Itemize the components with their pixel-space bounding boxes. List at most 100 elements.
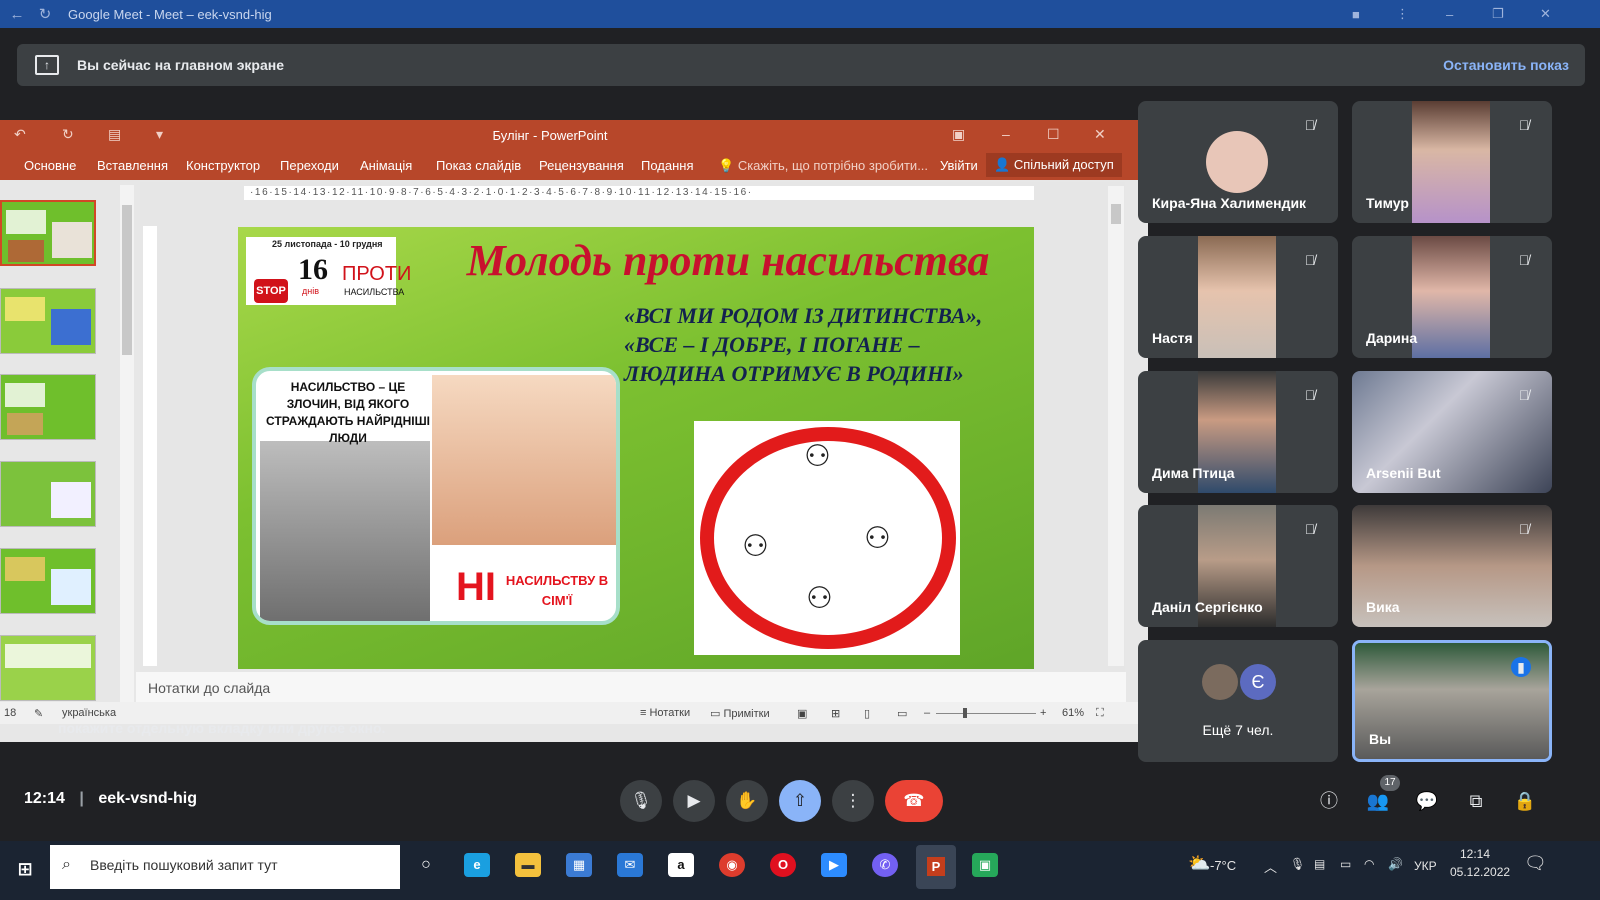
- share-button[interactable]: 👤 Спільний доступ: [986, 153, 1122, 177]
- participant-tile[interactable]: 🎙̸ Даніл Сергієнко: [1138, 505, 1338, 627]
- comments-toggle[interactable]: ▭ Примітки: [710, 707, 770, 720]
- slide-thumbnail-pane: [0, 180, 120, 702]
- windows-start-icon[interactable]: ⊞: [12, 857, 38, 881]
- present-button[interactable]: ⇧: [779, 780, 821, 822]
- more-options-button[interactable]: ⋮: [832, 780, 874, 822]
- wifi-icon[interactable]: ◠: [1364, 857, 1374, 871]
- volume-icon[interactable]: 🔊: [1388, 857, 1403, 871]
- stop-presenting-button[interactable]: Остановить показ: [1443, 57, 1569, 73]
- leave-call-button[interactable]: ☎: [885, 780, 943, 822]
- reading-view-icon[interactable]: ▯: [864, 707, 870, 720]
- slide-notes[interactable]: Нотатки до слайда: [136, 672, 1126, 702]
- minimize-icon[interactable]: –: [1446, 0, 1453, 28]
- participant-name: Вика: [1366, 599, 1400, 615]
- slide-thumbnail[interactable]: [0, 200, 96, 266]
- ppt-close-icon[interactable]: ✕: [1094, 126, 1106, 143]
- temperature[interactable]: -7°C: [1210, 858, 1236, 873]
- participant-name: Кира-Яна Халимендик: [1152, 195, 1307, 211]
- mic-tray-icon[interactable]: 🎙: [1290, 857, 1305, 871]
- participant-tile[interactable]: 🎙̸ Дарина: [1352, 236, 1552, 358]
- tab-transitions[interactable]: Переходи: [280, 158, 339, 173]
- camera-button[interactable]: ▶: [673, 780, 715, 822]
- edge-icon[interactable]: e: [464, 853, 490, 877]
- normal-view-icon[interactable]: ▣: [797, 707, 807, 720]
- zoom-level[interactable]: 61%: [1062, 707, 1084, 719]
- current-slide[interactable]: 25 листопада - 10 грудня STOP 16 днів ПР…: [238, 227, 1034, 669]
- notes-toggle[interactable]: ≡ Нотатки: [640, 707, 690, 719]
- tray-expand-icon[interactable]: ︿: [1264, 857, 1277, 876]
- slideshow-view-icon[interactable]: ▭: [897, 707, 907, 720]
- thumbnail-scrollbar[interactable]: [120, 185, 134, 702]
- zoom-thumb[interactable]: [963, 708, 967, 718]
- participant-name: Тимур: [1366, 195, 1409, 211]
- participant-tile[interactable]: 🎙̸ Вика: [1352, 505, 1552, 627]
- slide-thumbnail[interactable]: [0, 548, 96, 614]
- more-participants-tile[interactable]: Є Ещё 7 чел.: [1138, 640, 1338, 762]
- tell-me-search[interactable]: 💡 Скажіть, що потрібно зробити...: [718, 158, 928, 174]
- tab-insert[interactable]: Вставлення: [97, 158, 168, 173]
- more-vert-icon[interactable]: ⋮: [1396, 0, 1409, 28]
- raise-hand-button[interactable]: ✋: [726, 780, 768, 822]
- chrome-icon[interactable]: ◉: [719, 853, 745, 877]
- microphone-button[interactable]: 🎙: [620, 780, 662, 822]
- slide-thumbnail[interactable]: [0, 374, 96, 440]
- powerpoint-taskbar-icon[interactable]: P: [916, 845, 956, 889]
- tab-animations[interactable]: Анімація: [360, 158, 412, 173]
- slide-thumbnail[interactable]: [0, 635, 96, 701]
- tab-review[interactable]: Рецензування: [539, 158, 624, 173]
- login-button[interactable]: Увійти: [940, 158, 978, 173]
- tab-slideshow[interactable]: Показ слайдів: [436, 158, 521, 173]
- maximize-icon[interactable]: ❐: [1492, 0, 1504, 28]
- amazon-icon[interactable]: a: [668, 853, 694, 877]
- chat-icon[interactable]: 💬: [1412, 786, 1442, 816]
- activities-icon[interactable]: ⧉: [1461, 786, 1491, 816]
- language[interactable]: українська: [62, 707, 116, 719]
- self-tile[interactable]: ▮ Вы: [1352, 640, 1552, 762]
- zoom-icon[interactable]: ▶: [821, 853, 847, 877]
- sorter-view-icon[interactable]: ⊞: [831, 707, 840, 720]
- host-controls-icon[interactable]: 🔒: [1510, 786, 1540, 816]
- reload-icon[interactable]: ↻: [34, 5, 56, 23]
- cortana-icon[interactable]: ○: [413, 853, 439, 877]
- file-explorer-icon[interactable]: ▬: [515, 853, 541, 877]
- participant-tile[interactable]: 🎙̸ Тимур: [1352, 101, 1552, 223]
- clock-time[interactable]: 12:14: [1460, 847, 1490, 861]
- mail-icon[interactable]: ✉: [617, 853, 643, 877]
- ppt-minimize-icon[interactable]: –: [1002, 126, 1010, 142]
- meet-icon[interactable]: ▣: [972, 853, 998, 877]
- weather-icon[interactable]: ⛅: [1188, 853, 1210, 874]
- store-icon[interactable]: ▦: [566, 853, 592, 877]
- close-icon[interactable]: ✕: [1540, 0, 1551, 28]
- network-icon[interactable]: ▤: [1314, 857, 1325, 871]
- clock-date[interactable]: 05.12.2022: [1450, 865, 1510, 879]
- slide-thumbnail[interactable]: [0, 461, 96, 527]
- avatar: [1206, 131, 1268, 193]
- meeting-details-icon[interactable]: ⓘ: [1314, 786, 1344, 816]
- slide-title: Молодь проти насильства: [466, 236, 990, 285]
- slide-scrollbar[interactable]: [1108, 186, 1124, 666]
- input-language[interactable]: УКР: [1414, 859, 1437, 873]
- participant-tile[interactable]: 🎙̸ Кира-Яна Халимендик: [1138, 101, 1338, 223]
- zoom-slider[interactable]: [936, 713, 1036, 714]
- notifications-icon[interactable]: 🗨: [1524, 853, 1547, 874]
- zoom-in-icon[interactable]: +: [1040, 707, 1046, 719]
- fit-slide-icon[interactable]: ⛶: [1096, 707, 1104, 720]
- opera-icon[interactable]: O: [770, 853, 796, 877]
- viber-icon[interactable]: ✆: [872, 853, 898, 877]
- ribbon-options-icon[interactable]: ▣: [952, 126, 965, 143]
- slide-thumbnail[interactable]: [0, 288, 96, 354]
- tab-design[interactable]: Конструктор: [186, 158, 260, 173]
- tab-view[interactable]: Подання: [641, 158, 694, 173]
- zoom-out-icon[interactable]: –: [924, 707, 930, 719]
- tab-home[interactable]: Основне: [24, 158, 76, 173]
- powerpoint-window: ↶ ↻ ▤ ▾ Булінг - PowerPoint ▣ – ☐ ✕ Осно…: [0, 120, 1148, 742]
- taskbar-search[interactable]: ⌕ Введіть пошуковий запит тут: [50, 845, 400, 889]
- camera-icon[interactable]: ■: [1352, 0, 1360, 28]
- participant-tile[interactable]: 🎙̸ Дима Птица: [1138, 371, 1338, 493]
- spellcheck-icon[interactable]: ✎: [34, 707, 43, 720]
- ppt-maximize-icon[interactable]: ☐: [1047, 126, 1060, 143]
- participant-tile[interactable]: 🎙̸ Настя: [1138, 236, 1338, 358]
- back-arrow-icon[interactable]: ←: [6, 6, 28, 23]
- participant-tile[interactable]: 🎙̸ Arsenii But: [1352, 371, 1552, 493]
- battery-icon[interactable]: ▭: [1340, 857, 1351, 871]
